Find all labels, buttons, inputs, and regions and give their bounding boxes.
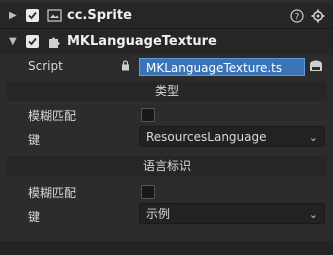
key-label: 键: [28, 133, 41, 147]
svg-text:?: ?: [295, 13, 300, 23]
mklanguage-enable-checkbox[interactable]: [26, 35, 39, 48]
footer-bar: [0, 241, 333, 255]
sprite-component-title: cc.Sprite: [67, 8, 132, 23]
fuzzy-match-checkbox[interactable]: [141, 185, 155, 199]
script-label: Script: [28, 59, 63, 73]
key-label: 键: [28, 210, 41, 224]
help-icon[interactable]: ?: [290, 9, 304, 26]
key-select-value: 示例: [146, 207, 171, 221]
mklanguage-component-header[interactable]: ▼ MKLanguageTexture: [0, 29, 333, 55]
fuzzy-match-label: 模糊匹配: [28, 186, 77, 200]
fuzzy-match-label: 模糊匹配: [28, 109, 77, 123]
chevron-down-icon: ⌄: [308, 131, 318, 144]
type-section-header: 类型: [7, 81, 327, 101]
mklanguage-component-title: MKLanguageTexture: [67, 34, 217, 49]
sprite-component-header[interactable]: ▶ cc.Sprite ?: [0, 3, 333, 29]
sprite-enable-checkbox[interactable]: [26, 9, 39, 22]
settings-icon[interactable]: [311, 9, 325, 26]
sprite-component-icon: [47, 9, 62, 26]
inspector-panel: ▶ cc.Sprite ? ▼ MKLanguageTexture Script…: [0, 0, 333, 255]
key-select[interactable]: ResourcesLanguage ⌄: [139, 126, 325, 147]
open-script-icon[interactable]: [309, 60, 323, 75]
expand-arrow-icon[interactable]: ▼: [9, 37, 19, 47]
language-id-section-header: 语言标识: [7, 156, 327, 176]
key-select[interactable]: 示例 ⌄: [139, 203, 325, 224]
key-select-value: ResourcesLanguage: [146, 130, 267, 144]
lock-icon: [121, 60, 130, 74]
puzzle-icon: [47, 35, 61, 52]
fuzzy-match-checkbox[interactable]: [141, 108, 155, 122]
collapse-arrow-icon[interactable]: ▶: [9, 11, 19, 21]
script-field[interactable]: MKLanguageTexture.ts: [139, 58, 305, 76]
chevron-down-icon: ⌄: [308, 208, 318, 221]
